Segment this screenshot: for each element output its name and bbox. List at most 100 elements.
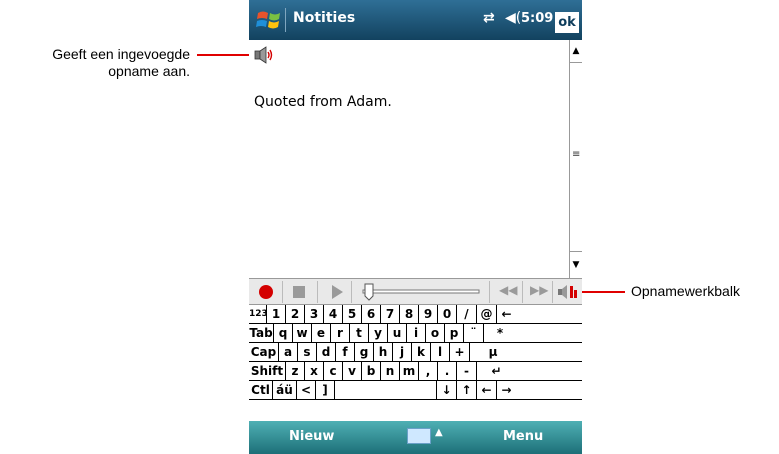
callout-recording-toolbar: Opnamewerkbalk	[631, 283, 740, 299]
key-arrow-up[interactable]: ↑	[457, 381, 477, 399]
key-u[interactable]: u	[388, 324, 407, 342]
keyboard-row-2: Tab q w e r t y u i o p ¨ *	[249, 324, 582, 343]
vertical-scrollbar[interactable]: ▲ ≡ ▼	[569, 40, 582, 278]
key-enter[interactable]: ↵	[477, 362, 516, 380]
key-7[interactable]: 7	[381, 305, 400, 323]
key-caps[interactable]: Cap	[249, 343, 279, 361]
key-x[interactable]: x	[305, 362, 324, 380]
key-ctrl[interactable]: Ctl	[249, 381, 273, 399]
callout-left-line2: opname aan.	[108, 63, 190, 79]
key-period[interactable]: .	[438, 362, 457, 380]
key-asterisk[interactable]: *	[484, 324, 516, 342]
connectivity-icon[interactable]: ⇄	[483, 10, 495, 26]
key-diaeresis[interactable]: ¨	[464, 324, 484, 342]
volume-control-icon[interactable]	[557, 283, 579, 301]
key-k[interactable]: k	[412, 343, 431, 361]
clock[interactable]: 5:09	[521, 11, 553, 26]
note-content[interactable]: Quoted from Adam.	[249, 40, 569, 278]
key-q[interactable]: q	[274, 324, 293, 342]
key-j[interactable]: j	[393, 343, 412, 361]
key-plus[interactable]: +	[450, 343, 470, 361]
key-o[interactable]: o	[426, 324, 445, 342]
app-title: Notities	[293, 10, 356, 26]
key-a[interactable]: a	[279, 343, 298, 361]
key-0[interactable]: 0	[438, 305, 457, 323]
title-bar: Notities ⇄ ◀( 5:09 ok	[249, 0, 582, 40]
key-9[interactable]: 9	[419, 305, 438, 323]
key-1[interactable]: 1	[267, 305, 286, 323]
note-text: Quoted from Adam.	[254, 94, 392, 110]
key-r[interactable]: r	[331, 324, 350, 342]
scroll-grip-icon: ≡	[572, 149, 581, 160]
key-d[interactable]: d	[317, 343, 336, 361]
key-5[interactable]: 5	[343, 305, 362, 323]
key-3[interactable]: 3	[305, 305, 324, 323]
callout-right-leader	[578, 291, 625, 293]
start-menu-icon[interactable]	[255, 8, 283, 32]
key-e[interactable]: e	[312, 324, 331, 342]
inserted-recording-icon[interactable]	[254, 46, 274, 64]
key-z[interactable]: z	[286, 362, 305, 380]
key-tab[interactable]: Tab	[249, 324, 274, 342]
key-h[interactable]: h	[374, 343, 393, 361]
stop-button[interactable]	[293, 286, 305, 298]
callout-left-leader	[197, 54, 249, 56]
key-b[interactable]: b	[362, 362, 381, 380]
key-s[interactable]: s	[298, 343, 317, 361]
record-button[interactable]	[259, 285, 273, 299]
keyboard-row-3: Cap a s d f g h j k l + µ	[249, 343, 582, 362]
key-shift[interactable]: Shift	[249, 362, 286, 380]
key-slash[interactable]: /	[457, 305, 477, 323]
key-less-than[interactable]: <	[297, 381, 316, 399]
key-123[interactable]: 123	[249, 305, 268, 323]
key-t[interactable]: t	[350, 324, 369, 342]
key-l[interactable]: l	[431, 343, 450, 361]
key-c[interactable]: c	[324, 362, 343, 380]
key-w[interactable]: w	[293, 324, 312, 342]
key-2[interactable]: 2	[286, 305, 305, 323]
key-comma[interactable]: ,	[419, 362, 438, 380]
key-accents[interactable]: áü	[273, 381, 297, 399]
key-bracket[interactable]: ]	[316, 381, 335, 399]
input-menu-caret-icon[interactable]: ▲	[435, 427, 443, 438]
key-4[interactable]: 4	[324, 305, 343, 323]
key-g[interactable]: g	[355, 343, 374, 361]
key-arrow-down[interactable]: ↓	[437, 381, 457, 399]
recording-toolbar: ◀◀ ▶▶	[249, 278, 582, 305]
keyboard-row-1: 123 1 2 3 4 5 6 7 8 9 0 / @ ←	[249, 305, 582, 324]
key-6[interactable]: 6	[362, 305, 381, 323]
key-i[interactable]: i	[407, 324, 426, 342]
key-8[interactable]: 8	[400, 305, 419, 323]
key-f[interactable]: f	[336, 343, 355, 361]
key-minus[interactable]: -	[457, 362, 477, 380]
key-v[interactable]: v	[343, 362, 362, 380]
key-arrow-left[interactable]: ←	[477, 381, 497, 399]
toolbar-separator	[317, 281, 318, 303]
play-button[interactable]	[332, 285, 343, 299]
key-space[interactable]	[335, 381, 437, 399]
keyboard-row-5: Ctl áü < ] ↓ ↑ ← →	[249, 381, 582, 400]
menu-softkey[interactable]: Menu	[503, 429, 543, 444]
volume-icon[interactable]: ◀(	[505, 10, 521, 26]
toolbar-separator	[351, 281, 352, 303]
key-mu[interactable]: µ	[470, 343, 516, 361]
key-m[interactable]: m	[400, 362, 419, 380]
toolbar-separator	[522, 281, 523, 303]
key-n[interactable]: n	[381, 362, 400, 380]
previous-recording-button[interactable]: ◀◀	[499, 283, 517, 301]
key-at[interactable]: @	[477, 305, 497, 323]
key-backspace[interactable]: ←	[497, 305, 516, 323]
position-slider[interactable]	[361, 282, 481, 302]
scroll-thumb[interactable]: ≡	[570, 62, 582, 252]
key-arrow-right[interactable]: →	[497, 381, 516, 399]
keyboard-icon[interactable]	[407, 428, 431, 444]
scroll-down-button[interactable]: ▼	[570, 256, 582, 274]
next-recording-button[interactable]: ▶▶	[530, 283, 548, 301]
new-softkey[interactable]: Nieuw	[289, 429, 334, 444]
key-p[interactable]: p	[445, 324, 464, 342]
key-y[interactable]: y	[369, 324, 388, 342]
device-screen: Notities ⇄ ◀( 5:09 ok Quoted from Adam. …	[249, 0, 582, 454]
scroll-up-button[interactable]: ▲	[570, 42, 582, 60]
soft-keyboard: 123 1 2 3 4 5 6 7 8 9 0 / @ ← Tab q w e …	[249, 305, 582, 421]
ok-button[interactable]: ok	[555, 12, 579, 33]
